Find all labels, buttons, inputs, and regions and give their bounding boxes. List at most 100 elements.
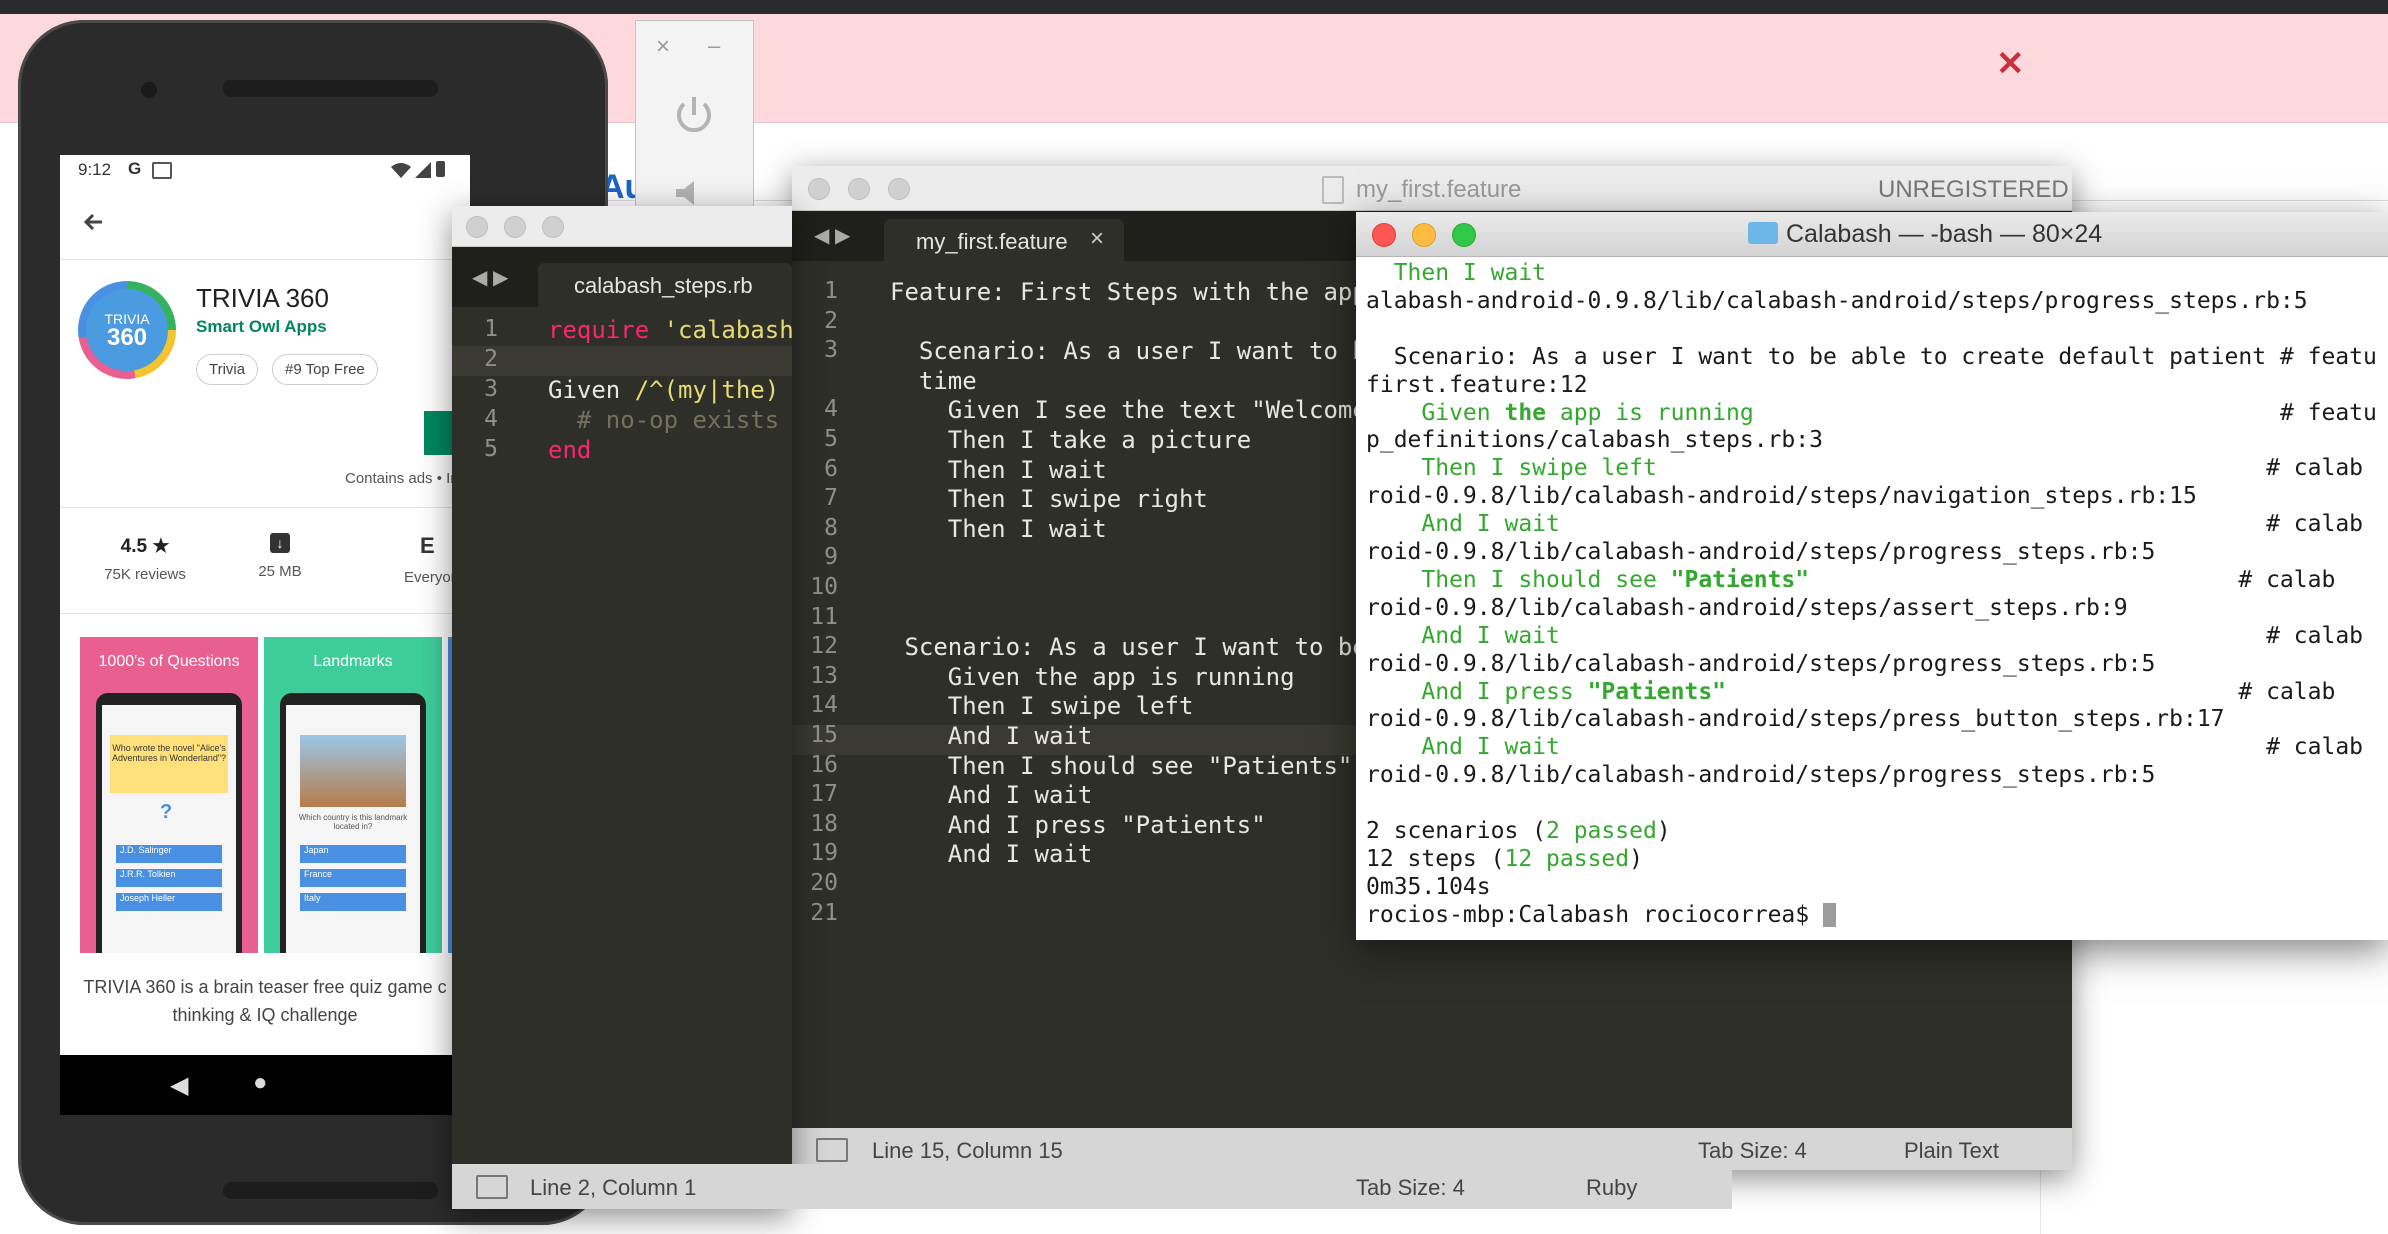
terminal-line: And I press "Patients" # calab: [1366, 678, 2336, 705]
line-number: 5: [824, 426, 838, 452]
close-button[interactable]: [466, 216, 488, 238]
category-chip[interactable]: Trivia: [196, 354, 259, 385]
tab-nav-arrows-icon[interactable]: ◀ ▶: [814, 223, 850, 248]
screenshot-card[interactable]: 1000's of Questions Who wrote the novel …: [80, 637, 258, 953]
tab-calabash-steps[interactable]: calabash_steps.rb: [538, 263, 792, 307]
line-number: 2: [484, 346, 498, 372]
back-nav-icon[interactable]: ◀: [170, 1071, 188, 1100]
terminal-line: And I wait # calab: [1366, 734, 2364, 761]
tab-size[interactable]: Tab Size: 4: [1698, 1138, 1807, 1164]
line-number: 5: [484, 436, 498, 462]
tab-bar: ◀ ▶ calabash_steps.rb: [452, 247, 792, 307]
close-button[interactable]: [1372, 223, 1396, 247]
code-line: require 'calabash-: [548, 316, 792, 344]
minimize-button[interactable]: [504, 216, 526, 238]
developer-link[interactable]: Smart Owl Apps: [196, 317, 327, 337]
terminal-line: roid-0.9.8/lib/calabash-android/steps/pr…: [1366, 762, 2156, 789]
signal-icon: [415, 162, 431, 178]
power-icon[interactable]: [672, 93, 716, 137]
terminal-line: roid-0.9.8/lib/calabash-android/steps/na…: [1366, 483, 2197, 510]
google-icon: G: [128, 159, 142, 178]
minimize-button[interactable]: [1412, 223, 1436, 247]
line-number: 18: [810, 810, 838, 837]
window-title: my_first.feature: [1356, 176, 1522, 203]
terminal-line: roid-0.9.8/lib/calabash-android/steps/pr…: [1366, 539, 2156, 565]
syntax-label[interactable]: Plain Text: [1904, 1138, 1999, 1164]
line-number: 20: [810, 870, 838, 896]
code-line: Then I take a picture: [890, 426, 1252, 454]
code-line: And I wait: [890, 781, 1093, 810]
phone-screen[interactable]: 9:12 G TRIVIA 360 TRIVIA 360 Smart Owl A…: [60, 155, 470, 1115]
code-line: Scenario: As a user I want to be: [890, 633, 1367, 662]
code-line: And I wait: [890, 840, 1093, 869]
panel-toggle-icon[interactable]: [476, 1175, 508, 1199]
cursor-position: Line 2, Column 1: [530, 1175, 697, 1200]
tab-my-first-feature[interactable]: my_first.feature ×: [884, 219, 1124, 261]
terminal-line: Then I should see "Patients" # calab: [1366, 566, 2336, 593]
rating-value: 4.5 ★: [120, 536, 170, 557]
file-icon: [1322, 176, 1344, 204]
terminal-output[interactable]: Then I wait alabash-android-0.9.8/lib/cal…: [1356, 256, 2388, 940]
close-icon[interactable]: ×: [656, 33, 670, 61]
line-number: 2: [824, 307, 838, 334]
line-number: 11: [810, 603, 838, 630]
syntax-label[interactable]: Ruby: [1586, 1175, 1637, 1201]
battery-icon: [436, 161, 445, 177]
minimize-icon[interactable]: –: [708, 33, 720, 59]
line-number: 10: [810, 574, 838, 600]
tab-nav-arrows-icon[interactable]: ◀ ▶: [472, 265, 508, 290]
app-title: TRIVIA 360: [196, 283, 329, 313]
line-number: 6: [824, 455, 838, 482]
sublime-window-steps[interactable]: ◀ ▶ calabash_steps.rb 1 2 3 4 5 require 'cal…: [452, 206, 792, 1209]
line-number: 17: [810, 781, 838, 808]
terminal-line: alabash-android-0.9.8/lib/calabash-andro…: [1366, 287, 2308, 314]
line-number: 19: [810, 840, 838, 867]
download-icon: ↓: [270, 533, 290, 553]
line-number: 8: [824, 514, 838, 541]
terminal-window[interactable]: Calabash — -bash — 80×24 Then I wait alab…: [1356, 212, 2388, 940]
code-line: Scenario: As a user I want to be: [890, 337, 1382, 366]
title-bar: my_first.feature UNREGISTERED: [792, 166, 2072, 211]
landmark-image: [300, 735, 406, 807]
screenshot-card[interactable]: Landmarks Which country is this landmark…: [264, 637, 442, 953]
close-button[interactable]: [808, 178, 830, 200]
cursor-position: Line 15, Column 15: [872, 1138, 1063, 1163]
status-bar: Line 2, Column 1: [452, 1164, 792, 1209]
volume-icon[interactable]: [672, 181, 716, 205]
app-description: TRIVIA 360 is a brain teaser free quiz g…: [83, 977, 447, 1025]
code-line: And I press "Patients": [890, 810, 1266, 839]
terminal-line: rocios-mbp:Calabash rociocorrea$: [1366, 902, 1836, 928]
app-logo: TRIVIA 360: [78, 281, 176, 379]
terminal-line: 0m35.104s: [1366, 873, 1491, 900]
minimize-button[interactable]: [848, 178, 870, 200]
terminal-line: Scenario: As a user I want to be able to…: [1366, 343, 2377, 370]
line-number: 3: [484, 376, 498, 402]
back-arrow-icon[interactable]: [80, 209, 108, 237]
line-number: 15: [810, 722, 838, 748]
rank-chip[interactable]: #9 Top Free: [272, 354, 378, 385]
code-line: Feature: First Steps with the app: [890, 278, 1367, 306]
terminal-line: Then I swipe left # calab: [1366, 455, 2364, 482]
zoom-button[interactable]: [888, 178, 910, 200]
zoom-button[interactable]: [1452, 223, 1476, 247]
line-number: 3: [824, 337, 838, 364]
line-number: 4: [824, 396, 838, 423]
code-line: Then I wait: [890, 455, 1107, 484]
tab-close-icon[interactable]: ×: [1090, 225, 1104, 253]
terminal-line: roid-0.9.8/lib/calabash-android/steps/as…: [1366, 594, 2128, 621]
zoom-button[interactable]: [542, 216, 564, 238]
close-banner-icon[interactable]: ✕: [1996, 44, 2025, 84]
divider: [60, 259, 470, 260]
wifi-icon: [391, 163, 411, 178]
tab-size[interactable]: Tab Size: 4: [1356, 1175, 1465, 1201]
navigation-bar: ◀ ●: [60, 1055, 470, 1115]
code-line: end: [548, 436, 592, 464]
speaker: [223, 1182, 438, 1199]
line-number: 1: [824, 278, 838, 304]
panel-toggle-icon[interactable]: [816, 1138, 848, 1162]
line-number: 7: [824, 485, 838, 512]
terminal-line: Given the app is running # featu: [1366, 399, 2377, 426]
terminal-cursor: [1822, 903, 1836, 928]
code-line: # no-op exists f: [548, 406, 792, 434]
home-nav-icon[interactable]: ●: [253, 1069, 268, 1097]
